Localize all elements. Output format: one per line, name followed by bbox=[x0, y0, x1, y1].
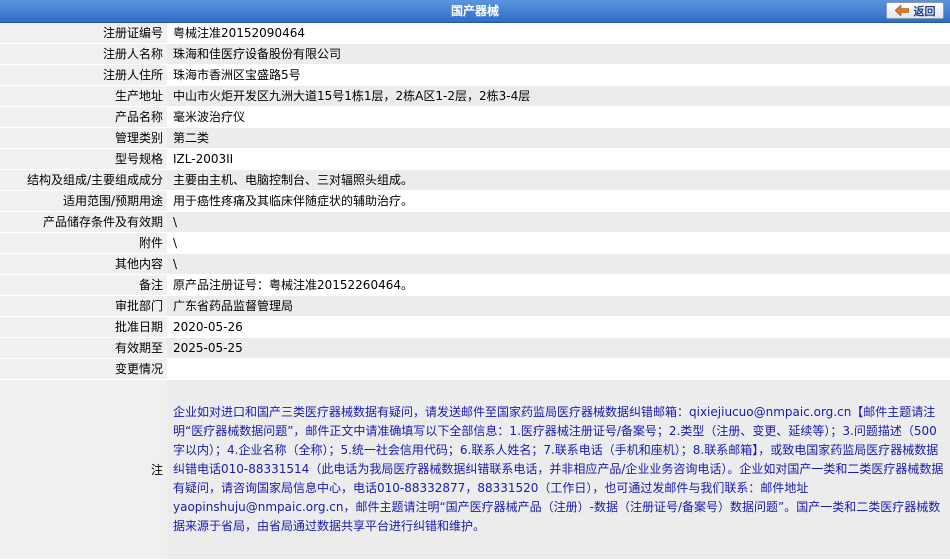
field-value: 2020-05-26 bbox=[167, 316, 950, 338]
field-value: 珠海市香洲区宝盛路5号 bbox=[167, 64, 950, 86]
table-row: 型号规格 IZL-2003II bbox=[0, 148, 950, 170]
table-row: 管理类别 第二类 bbox=[0, 127, 950, 149]
field-label: 注册证编号 bbox=[0, 23, 167, 44]
table-row: 审批部门 广东省药品监督管理局 bbox=[0, 295, 950, 317]
field-label: 型号规格 bbox=[0, 148, 167, 170]
field-value: 2025-05-25 bbox=[167, 337, 950, 359]
back-arrow-icon bbox=[894, 5, 909, 16]
note-label: 注 bbox=[0, 379, 167, 560]
table-row: 结构及组成/主要组成成分 主要由主机、电脑控制台、三对辐照头组成。 bbox=[0, 169, 950, 191]
field-label: 其他内容 bbox=[0, 253, 167, 275]
field-value: 珠海和佳医疗设备股份有限公司 bbox=[167, 43, 950, 65]
field-label: 生产地址 bbox=[0, 85, 167, 107]
field-value: 广东省药品监督管理局 bbox=[167, 295, 950, 317]
page-header: 国产器械 返回 bbox=[0, 0, 950, 23]
table-row: 批准日期 2020-05-26 bbox=[0, 316, 950, 338]
field-label: 适用范围/预期用途 bbox=[0, 190, 167, 212]
table-row: 产品储存条件及有效期 \ bbox=[0, 211, 950, 233]
field-label: 产品名称 bbox=[0, 106, 167, 128]
field-label: 管理类别 bbox=[0, 127, 167, 149]
field-label: 结构及组成/主要组成成分 bbox=[0, 169, 167, 191]
field-label: 有效期至 bbox=[0, 337, 167, 359]
back-button-label: 返回 bbox=[913, 4, 936, 18]
page-title: 国产器械 bbox=[450, 4, 499, 18]
field-value: \ bbox=[167, 211, 950, 233]
field-value: 粤械注准20152090464 bbox=[167, 23, 950, 44]
table-row: 变更情况 bbox=[0, 358, 950, 380]
field-label: 批准日期 bbox=[0, 316, 167, 338]
field-value: IZL-2003II bbox=[167, 148, 950, 170]
field-value: 毫米波治疗仪 bbox=[167, 106, 950, 128]
table-row: 注册人住所 珠海市香洲区宝盛路5号 bbox=[0, 64, 950, 86]
table-row: 产品名称 毫米波治疗仪 bbox=[0, 106, 950, 128]
field-value: 中山市火炬开发区九洲大道15号1栋1层，2栋A区1-2层，2栋3-4层 bbox=[167, 85, 950, 107]
field-value bbox=[167, 358, 950, 380]
field-value: 第二类 bbox=[167, 127, 950, 149]
field-value: \ bbox=[167, 253, 950, 275]
table-row: 注册证编号 粤械注准20152090464 bbox=[0, 23, 950, 44]
table-row: 备注 原产品注册证号：粤械注准20152260464。 bbox=[0, 274, 950, 296]
field-label: 备注 bbox=[0, 274, 167, 296]
field-label: 产品储存条件及有效期 bbox=[0, 211, 167, 233]
table-row: 有效期至 2025-05-25 bbox=[0, 337, 950, 359]
field-label: 注册人住所 bbox=[0, 64, 167, 86]
field-value: 主要由主机、电脑控制台、三对辐照头组成。 bbox=[167, 169, 950, 191]
field-value: 用于癌性疼痛及其临床伴随症状的辅助治疗。 bbox=[167, 190, 950, 212]
table-row: 其他内容 \ bbox=[0, 253, 950, 275]
table-row: 注册人名称 珠海和佳医疗设备股份有限公司 bbox=[0, 43, 950, 65]
table-row: 生产地址 中山市火炬开发区九洲大道15号1栋1层，2栋A区1-2层，2栋3-4层 bbox=[0, 85, 950, 107]
back-button[interactable]: 返回 bbox=[886, 2, 944, 19]
note-row: 注 企业如对进口和国产三类医疗器械数据有疑问，请发送邮件至国家药监局医疗器械数据… bbox=[0, 379, 950, 560]
field-label: 审批部门 bbox=[0, 295, 167, 317]
field-value: \ bbox=[167, 232, 950, 254]
field-label: 注册人名称 bbox=[0, 43, 167, 65]
device-info-table: 注册证编号 粤械注准20152090464 注册人名称 珠海和佳医疗设备股份有限公司… bbox=[0, 23, 950, 560]
note-text: 企业如对进口和国产三类医疗器械数据有疑问，请发送邮件至国家药监局医疗器械数据纠错… bbox=[173, 405, 944, 533]
field-value: 原产品注册证号：粤械注准20152260464。 bbox=[167, 274, 950, 296]
table-row: 适用范围/预期用途 用于癌性疼痛及其临床伴随症状的辅助治疗。 bbox=[0, 190, 950, 212]
table-row: 附件 \ bbox=[0, 232, 950, 254]
field-label: 附件 bbox=[0, 232, 167, 254]
field-label: 变更情况 bbox=[0, 358, 167, 380]
